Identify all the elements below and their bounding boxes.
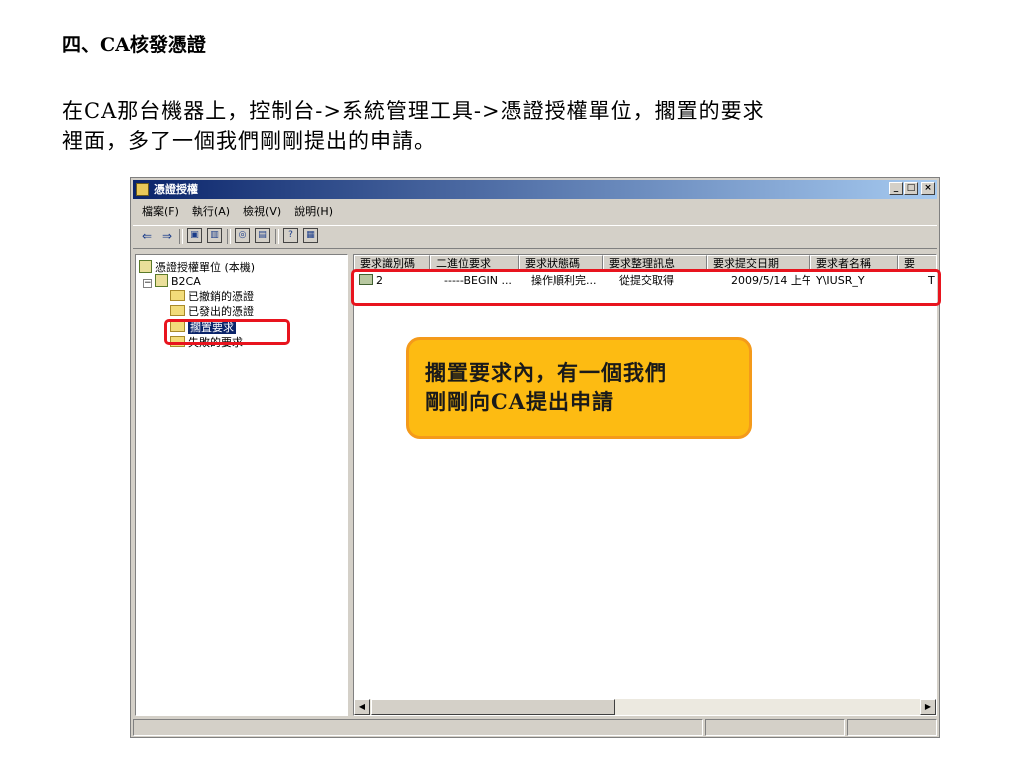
toolbar: ⇐ ⇒ ▣ ▥ ◎ ▤ ? ▦	[133, 225, 937, 249]
tree-item-label: 已撤銷的憑證	[188, 290, 254, 303]
status-panel	[133, 719, 703, 736]
menu-bar: 檔案(F) 執行(A) 檢視(V) 說明(H)	[133, 202, 937, 222]
tree-item-revoked[interactable]: 已撤銷的憑證	[170, 290, 254, 304]
menu-help[interactable]: 說明(H)	[294, 205, 333, 218]
maximize-button[interactable]: □	[904, 182, 918, 195]
title-bar[interactable]: 憑證授權 _ □ ×	[133, 180, 937, 199]
toolbar-separator	[275, 229, 279, 244]
window-title: 憑證授權	[154, 183, 198, 196]
tree-root[interactable]: 憑證授權單位 (本機)	[139, 260, 255, 275]
details-list: 要求識別碼 二進位要求 要求狀態碼 要求整理訊息 要求提交日期 要求者名稱 要 …	[353, 254, 937, 716]
menu-view[interactable]: 檢視(V)	[243, 205, 281, 218]
close-button[interactable]: ×	[921, 182, 935, 195]
tree-item-issued[interactable]: 已發出的憑證	[170, 305, 254, 319]
annotation-callout: 擱置要求內，有一個我們 剛剛向CA提出申請	[406, 337, 752, 439]
show-hide-tree-icon[interactable]: ▥	[207, 228, 222, 243]
instruction-paragraph: 在CA那台機器上，控制台->系統管理工具->憑證授權單位，擱置的要求 裡面，多了…	[62, 96, 962, 156]
back-arrow-icon[interactable]: ⇐	[139, 228, 155, 244]
toolbar-separator	[227, 229, 231, 244]
request-row-highlight	[351, 269, 941, 306]
window-controls: _ □ ×	[888, 182, 935, 201]
scroll-thumb[interactable]	[371, 699, 615, 715]
callout-line-2: 剛剛向CA提出申請	[425, 389, 615, 414]
help-icon[interactable]: ?	[283, 228, 298, 243]
folder-icon	[170, 305, 185, 316]
scroll-left-icon[interactable]: ◀	[354, 699, 370, 715]
minimize-button[interactable]: _	[889, 182, 903, 195]
status-panel	[847, 719, 937, 736]
status-bar	[133, 719, 937, 736]
ca-server-icon	[155, 274, 168, 287]
collapse-icon[interactable]: −	[143, 279, 152, 288]
forward-arrow-icon[interactable]: ⇒	[159, 228, 175, 244]
status-panel	[705, 719, 845, 736]
section-heading: 四、CA核發憑證	[62, 34, 206, 56]
tree-node-ca[interactable]: − B2CA	[143, 274, 201, 289]
pending-folder-highlight	[164, 319, 290, 345]
certificate-authority-icon	[136, 183, 149, 196]
certificate-authority-icon	[139, 260, 152, 273]
paragraph-line-2: 裡面，多了一個我們剛剛提出的申請。	[62, 129, 436, 153]
properties-icon[interactable]: ▦	[303, 228, 318, 243]
callout-line-1: 擱置要求內，有一個我們	[425, 360, 667, 385]
menu-action[interactable]: 執行(A)	[192, 205, 230, 218]
tree-root-label: 憑證授權單位 (本機)	[155, 261, 256, 274]
mmc-window: 憑證授權 _ □ × 檔案(F) 執行(A) 檢視(V) 說明(H) ⇐ ⇒ ▣ ▥ ◎ …	[130, 177, 940, 738]
tree-item-label: 已發出的憑證	[188, 305, 254, 318]
refresh-icon[interactable]: ◎	[235, 228, 250, 243]
tree-node-ca-label: B2CA	[171, 275, 201, 288]
scroll-right-icon[interactable]: ▶	[920, 699, 936, 715]
paragraph-line-1: 在CA那台機器上，控制台->系統管理工具->憑證授權單位，擱置的要求	[62, 99, 765, 123]
export-list-icon[interactable]: ▤	[255, 228, 270, 243]
up-one-level-icon[interactable]: ▣	[187, 228, 202, 243]
menu-file[interactable]: 檔案(F)	[142, 205, 179, 218]
folder-icon	[170, 290, 185, 301]
horizontal-scrollbar[interactable]: ◀ ▶	[354, 699, 936, 715]
toolbar-separator	[179, 229, 183, 244]
